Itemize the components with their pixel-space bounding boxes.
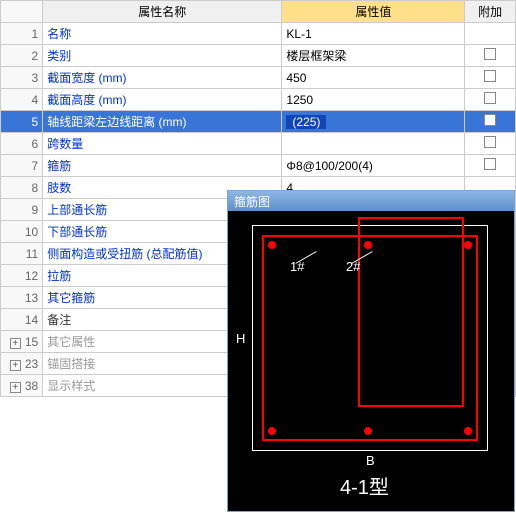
expand-icon[interactable]: + (10, 338, 21, 349)
header-extra[interactable]: 附加 (465, 1, 516, 23)
label-h: H (236, 331, 245, 346)
header-blank (1, 1, 43, 23)
label-type: 4-1型 (340, 471, 389, 500)
table-row[interactable]: 6跨数量 (1, 133, 516, 155)
property-value[interactable] (282, 133, 465, 155)
property-name[interactable]: 跨数量 (43, 133, 282, 155)
table-row[interactable]: 3截面宽度 (mm)450 (1, 67, 516, 89)
row-number: +38 (1, 375, 43, 397)
row-number: 2 (1, 45, 43, 67)
row-number: 6 (1, 133, 43, 155)
row-number: 9 (1, 199, 43, 221)
row-number: 8 (1, 177, 43, 199)
property-name[interactable]: 名称 (43, 23, 282, 45)
label-1: 1# (290, 259, 304, 274)
checkbox[interactable] (484, 158, 496, 170)
row-number: +23 (1, 353, 43, 375)
property-name[interactable]: 截面高度 (mm) (43, 89, 282, 111)
row-number: 3 (1, 67, 43, 89)
diagram-panel[interactable]: 箍筋图 1# 2# H B 4-1型 (227, 190, 515, 512)
row-number: 7 (1, 155, 43, 177)
rebar-dot (364, 427, 372, 435)
rebar-dot (464, 241, 472, 249)
table-row[interactable]: 2类别楼层框架梁 (1, 45, 516, 67)
property-value[interactable]: 450 (282, 67, 465, 89)
checkbox[interactable] (484, 136, 496, 148)
panel-title-text: 箍筋图 (234, 193, 270, 210)
label-2: 2# (346, 259, 360, 274)
property-name[interactable]: 轴线距梁左边线距离 (mm) (43, 111, 282, 133)
row-number: 4 (1, 89, 43, 111)
row-number: 14 (1, 309, 43, 331)
extra-cell[interactable] (465, 23, 516, 45)
expand-icon[interactable]: + (10, 360, 21, 371)
extra-cell[interactable] (465, 133, 516, 155)
header-name[interactable]: 属性名称 (43, 1, 282, 23)
panel-body: 1# 2# H B 4-1型 (228, 211, 514, 511)
stirrup-inner (358, 217, 464, 407)
table-row[interactable]: 1名称KL-1 (1, 23, 516, 45)
row-number: 10 (1, 221, 43, 243)
extra-cell[interactable] (465, 45, 516, 67)
checkbox[interactable] (484, 48, 496, 60)
table-row[interactable]: 5轴线距梁左边线距离 (mm)(225) (1, 111, 516, 133)
expand-icon[interactable]: + (10, 382, 21, 393)
row-number: 1 (1, 23, 43, 45)
checkbox[interactable] (484, 92, 496, 104)
extra-cell[interactable] (465, 155, 516, 177)
property-name[interactable]: 类别 (43, 45, 282, 67)
rebar-dot (268, 241, 276, 249)
header-value[interactable]: 属性值 (282, 1, 465, 23)
extra-cell[interactable] (465, 67, 516, 89)
property-value[interactable]: Φ8@100/200(4) (282, 155, 465, 177)
row-number: 5 (1, 111, 43, 133)
checkbox[interactable] (484, 114, 496, 126)
rebar-dot (268, 427, 276, 435)
property-value[interactable]: (225) (282, 111, 465, 133)
checkbox[interactable] (484, 70, 496, 82)
extra-cell[interactable] (465, 111, 516, 133)
table-row[interactable]: 4截面高度 (mm)1250 (1, 89, 516, 111)
property-value[interactable]: KL-1 (282, 23, 465, 45)
property-value[interactable]: 楼层框架梁 (282, 45, 465, 67)
row-number: 13 (1, 287, 43, 309)
row-number: 12 (1, 265, 43, 287)
extra-cell[interactable] (465, 89, 516, 111)
panel-titlebar[interactable]: 箍筋图 (228, 191, 514, 211)
property-value[interactable]: 1250 (282, 89, 465, 111)
rebar-dot (364, 241, 372, 249)
row-number: 11 (1, 243, 43, 265)
rebar-dot (464, 427, 472, 435)
label-b: B (366, 453, 375, 468)
row-number: +15 (1, 331, 43, 353)
table-row[interactable]: 7箍筋Φ8@100/200(4) (1, 155, 516, 177)
property-name[interactable]: 箍筋 (43, 155, 282, 177)
property-name[interactable]: 截面宽度 (mm) (43, 67, 282, 89)
